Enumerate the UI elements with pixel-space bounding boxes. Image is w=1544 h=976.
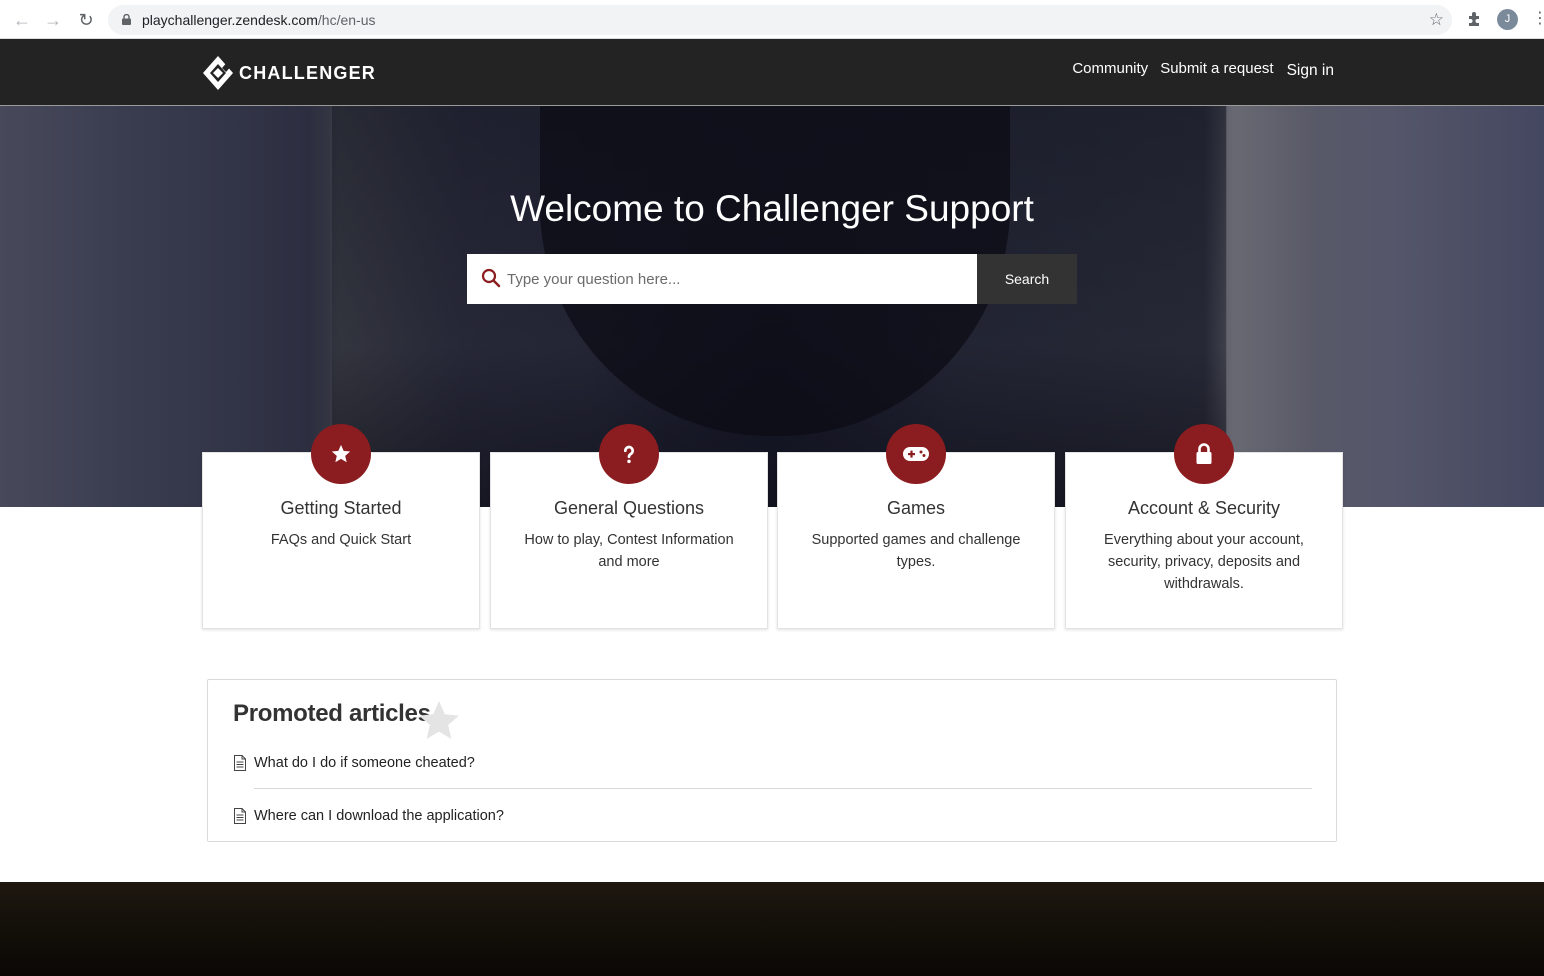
promoted-articles-heading: Promoted articles: [233, 700, 431, 727]
category-badge: [886, 424, 946, 484]
category-title: Getting Started: [280, 498, 402, 518]
nav-community-link[interactable]: Community: [1072, 60, 1148, 78]
category-card-games[interactable]: Games Supported games and challenge type…: [777, 424, 1055, 629]
promoted-article-link[interactable]: Where can I download the application?: [233, 804, 504, 828]
extensions-puzzle-icon[interactable]: [1466, 10, 1484, 28]
search-form: Search: [467, 254, 1077, 304]
footer-banner: [0, 882, 1544, 976]
hero-background-left: [0, 106, 330, 507]
document-icon: [234, 808, 246, 824]
category-badge: [599, 424, 659, 484]
promoted-articles-section: Promoted articles What do I do if someon…: [207, 679, 1337, 842]
url-path: /hc/en-us: [317, 12, 376, 28]
category-title: Account & Security: [1127, 498, 1281, 518]
category-description: FAQs and Quick Start: [270, 532, 412, 548]
nav-sign-in-link[interactable]: Sign in: [1287, 62, 1334, 80]
category-title: General Questions: [553, 498, 705, 518]
top-navigation: Community Submit a request Sign in: [1072, 60, 1334, 80]
star-icon: [331, 444, 351, 463]
bookmark-star-icon[interactable]: ☆: [1429, 10, 1444, 30]
search-input[interactable]: [507, 254, 967, 304]
category-badge: [1174, 424, 1234, 484]
reload-icon[interactable]: ↻: [75, 9, 97, 31]
article-title: Where can I download the application?: [254, 808, 504, 824]
lock-icon: [122, 14, 131, 25]
question-icon: [623, 445, 634, 464]
category-description: Everything about your account, security,…: [1104, 532, 1304, 592]
challenger-logo-icon: [203, 56, 233, 90]
category-description: Supported games and challenge types.: [811, 532, 1021, 570]
category-description: How to play, Contest Information and mor…: [524, 532, 734, 570]
forward-arrow-icon[interactable]: →: [42, 9, 64, 31]
search-icon: [481, 268, 501, 288]
category-card-account-security[interactable]: Account & Security Everything about your…: [1065, 424, 1343, 629]
back-arrow-icon[interactable]: ←: [11, 9, 33, 31]
hero-title: Welcome to Challenger Support: [510, 188, 1034, 229]
category-card-getting-started[interactable]: Getting Started FAQs and Quick Start: [202, 424, 480, 629]
article-divider: [254, 788, 1312, 789]
document-icon: [234, 755, 246, 771]
gamepad-icon: [903, 447, 929, 461]
article-title: What do I do if someone cheated?: [254, 755, 475, 771]
promoted-article-link[interactable]: What do I do if someone cheated?: [233, 751, 475, 775]
category-title: Games: [886, 498, 946, 518]
search-box: [467, 254, 977, 304]
url-host: playchallenger.zendesk.com: [142, 12, 318, 28]
hero-background-right: [1226, 106, 1316, 507]
category-card-general-questions[interactable]: General Questions How to play, Contest I…: [490, 424, 768, 629]
address-bar[interactable]: playchallenger.zendesk.com/hc/en-us ☆: [108, 5, 1452, 35]
promoted-star-icon: [419, 701, 459, 739]
logo-text: CHALLENGER: [239, 62, 376, 83]
site-header: CHALLENGER Community Submit a request Si…: [0, 39, 1544, 106]
category-blocks: Getting Started FAQs and Quick Start Gen…: [202, 424, 1343, 629]
browser-toolbar: ← → ↻ playchallenger.zendesk.com/hc/en-u…: [0, 0, 1544, 39]
search-button[interactable]: Search: [977, 254, 1077, 304]
profile-avatar[interactable]: J: [1497, 9, 1518, 30]
browser-menu-icon[interactable]: ⋮: [1532, 9, 1544, 29]
lock-icon: [1196, 443, 1212, 464]
url-text: playchallenger.zendesk.com/hc/en-us: [142, 12, 375, 28]
nav-submit-request-link[interactable]: Submit a request: [1160, 60, 1273, 78]
site-logo[interactable]: CHALLENGER: [202, 55, 376, 91]
hero-banner: Welcome to Challenger Support Search: [0, 106, 1544, 507]
category-badge: [311, 424, 371, 484]
